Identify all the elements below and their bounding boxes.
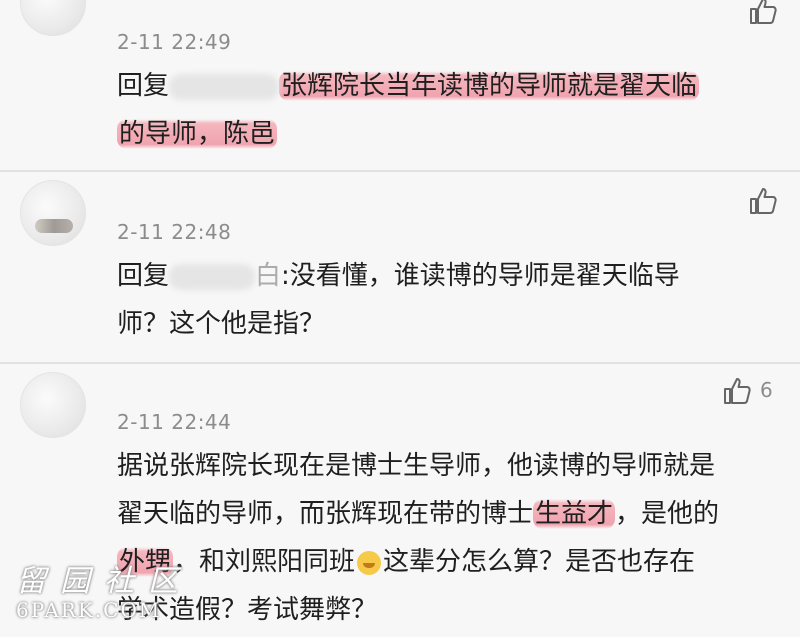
thumbs-up-icon (724, 378, 751, 404)
comment-1: 2-11 22:49 回复 张辉院长当年读博的导师就是翟天临 的导师，陈邑 (0, 0, 800, 170)
reply-prefix: 回复 (117, 71, 170, 101)
comment-time: 2-11 22:44 (117, 410, 232, 434)
blurred-username (169, 73, 280, 100)
like-count: 6 (760, 378, 773, 402)
comment-text: 据说张辉院长现在是博士生导师，他读博的导师就是 翟天临的导师，而张辉现在带的博士… (117, 442, 787, 634)
comment-line: ，和刘熙阳同班 (173, 547, 356, 577)
comment-2: 2-11 22:48 回复 白:没看懂，谁读博的导师是翟天临导 师？这个他是指？ (0, 172, 800, 362)
thumbs-up-icon (750, 188, 777, 214)
thumbs-up-icon (750, 0, 777, 24)
avatar[interactable] (20, 0, 86, 36)
avatar[interactable] (20, 180, 86, 246)
watermark-logo: 留园社区 6PARK.COM (16, 556, 192, 622)
highlighted-text: 生益才 (533, 499, 616, 529)
comment-line: 师？这个他是指？ (117, 309, 326, 339)
username-tail: 白 (255, 261, 282, 291)
comment-line: :没看懂，谁读博的导师是翟天临导 (281, 261, 680, 291)
comment-text: 回复 白:没看懂，谁读博的导师是翟天临导 师？这个他是指？ (117, 252, 767, 348)
reply-prefix: 回复 (117, 261, 170, 291)
comment-line: 据说张辉院长现在是博士生导师，他读博的导师就是 (117, 451, 716, 481)
comment-line: 这辈分怎么算？是否也存在 (383, 547, 696, 577)
comment-line: ，是他的 (615, 499, 720, 529)
watermark-cn: 留园社区 (16, 564, 192, 599)
highlighted-text: 张辉院长当年读博的导师就是翟天临 (279, 71, 700, 101)
highlighted-text: 的导师，陈邑 (117, 119, 278, 149)
watermark-en: 6PARK.COM (16, 598, 162, 622)
like-button[interactable] (722, 376, 752, 406)
avatar[interactable] (20, 372, 86, 438)
like-button[interactable] (748, 0, 778, 26)
comment-time: 2-11 22:49 (117, 30, 232, 54)
like-button[interactable] (748, 186, 778, 216)
comment-time: 2-11 22:48 (117, 220, 232, 244)
comment-line: 翟天临的导师，而张辉现在带的博士 (117, 499, 534, 529)
blurred-username (169, 263, 256, 290)
comment-text: 回复 张辉院长当年读博的导师就是翟天临 的导师，陈邑 (117, 62, 767, 158)
grinning-face-emoji (357, 550, 382, 575)
